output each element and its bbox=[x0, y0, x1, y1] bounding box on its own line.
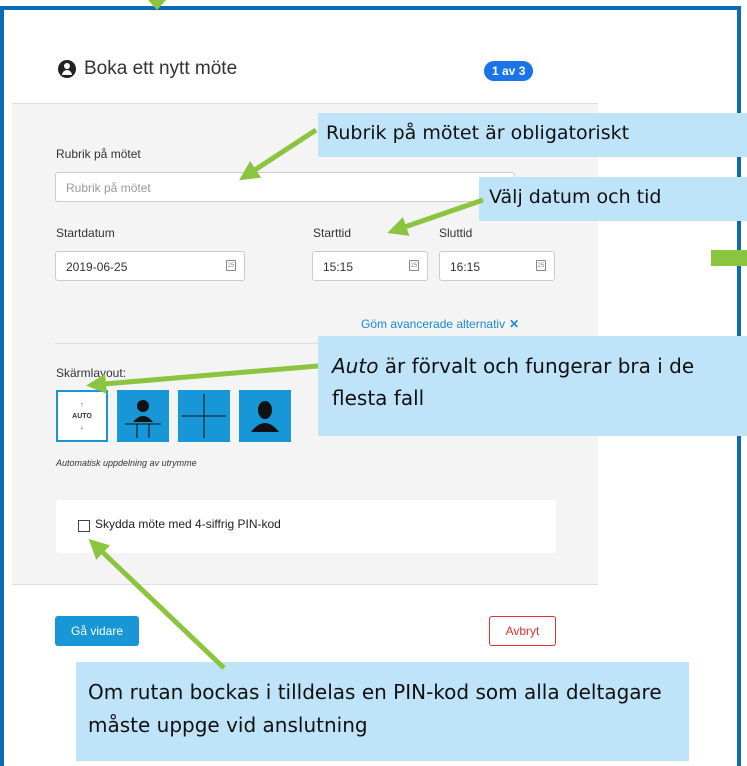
pin-checkbox[interactable] bbox=[78, 520, 90, 532]
subject-placeholder: Rubrik på mötet bbox=[66, 181, 151, 195]
subject-label: Rubrik på mötet bbox=[56, 147, 141, 161]
top-arrow-marker bbox=[148, 0, 166, 10]
next-button[interactable]: Gå vidare bbox=[55, 616, 139, 646]
callout-layout-emphasis: Auto bbox=[332, 354, 379, 378]
calendar-icon[interactable]: 25 bbox=[409, 260, 419, 271]
user-circle-icon bbox=[58, 60, 76, 78]
callout-subject: Rubrik på mötet är obligatoriskt bbox=[318, 113, 747, 157]
layout-speaker-button[interactable] bbox=[239, 390, 291, 442]
calendar-icon[interactable]: 25 bbox=[226, 260, 236, 271]
cancel-button[interactable]: Avbryt bbox=[489, 616, 556, 646]
callout-layout: Auto är förvalt och fungerar bra i de fl… bbox=[318, 336, 747, 436]
start-time-value: 15:15 bbox=[323, 260, 354, 274]
layout-auto-button[interactable]: ↑ AUTO ↓ bbox=[56, 390, 108, 442]
end-time-value: 16:15 bbox=[450, 260, 481, 274]
callout-datetime: Välj datum och tid bbox=[479, 177, 747, 221]
layout-speaker-grid-button[interactable] bbox=[117, 390, 169, 442]
speaker-grid-icon bbox=[125, 400, 161, 438]
calendar-icon[interactable]: 25 bbox=[536, 260, 546, 271]
callout-pin: Om rutan bockas i tilldelas en PIN-kod s… bbox=[76, 662, 689, 761]
hide-advanced-link[interactable]: Göm avancerade alternativ ✕ bbox=[361, 317, 519, 331]
start-time-input[interactable]: 15:15 25 bbox=[312, 251, 428, 281]
end-time-label: Sluttid bbox=[439, 226, 473, 240]
dialog-header: Boka ett nytt möte bbox=[58, 58, 237, 80]
pin-label: Skydda möte med 4-siffrig PIN-kod bbox=[95, 517, 281, 531]
next-step-marker bbox=[711, 250, 747, 266]
auto-layout-icon: ↑ AUTO ↓ bbox=[72, 401, 92, 431]
screen-layout-label: Skärmlayout: bbox=[56, 366, 127, 380]
speaker-icon bbox=[251, 401, 279, 432]
layout-caption: Automatisk uppdelning av utrymme bbox=[56, 458, 197, 468]
subject-input[interactable]: Rubrik på mötet bbox=[55, 172, 515, 202]
layout-grid-button[interactable] bbox=[178, 390, 230, 442]
step-badge: 1 av 3 bbox=[484, 61, 534, 81]
grid-icon bbox=[182, 394, 226, 438]
dialog-title: Boka ett nytt möte bbox=[84, 58, 238, 79]
hide-advanced-label: Göm avancerade alternativ bbox=[361, 317, 506, 331]
start-date-label: Startdatum bbox=[56, 226, 115, 240]
callout-layout-text: är förvalt och fungerar bra i de flesta … bbox=[332, 354, 695, 410]
start-date-input[interactable]: 2019-06-25 25 bbox=[55, 251, 245, 281]
close-icon: ✕ bbox=[509, 317, 520, 331]
end-time-input[interactable]: 16:15 25 bbox=[439, 251, 555, 281]
pin-option-box: Skydda möte med 4-siffrig PIN-kod bbox=[56, 500, 556, 553]
start-time-label: Starttid bbox=[313, 226, 352, 240]
start-date-value: 2019-06-25 bbox=[66, 260, 128, 274]
